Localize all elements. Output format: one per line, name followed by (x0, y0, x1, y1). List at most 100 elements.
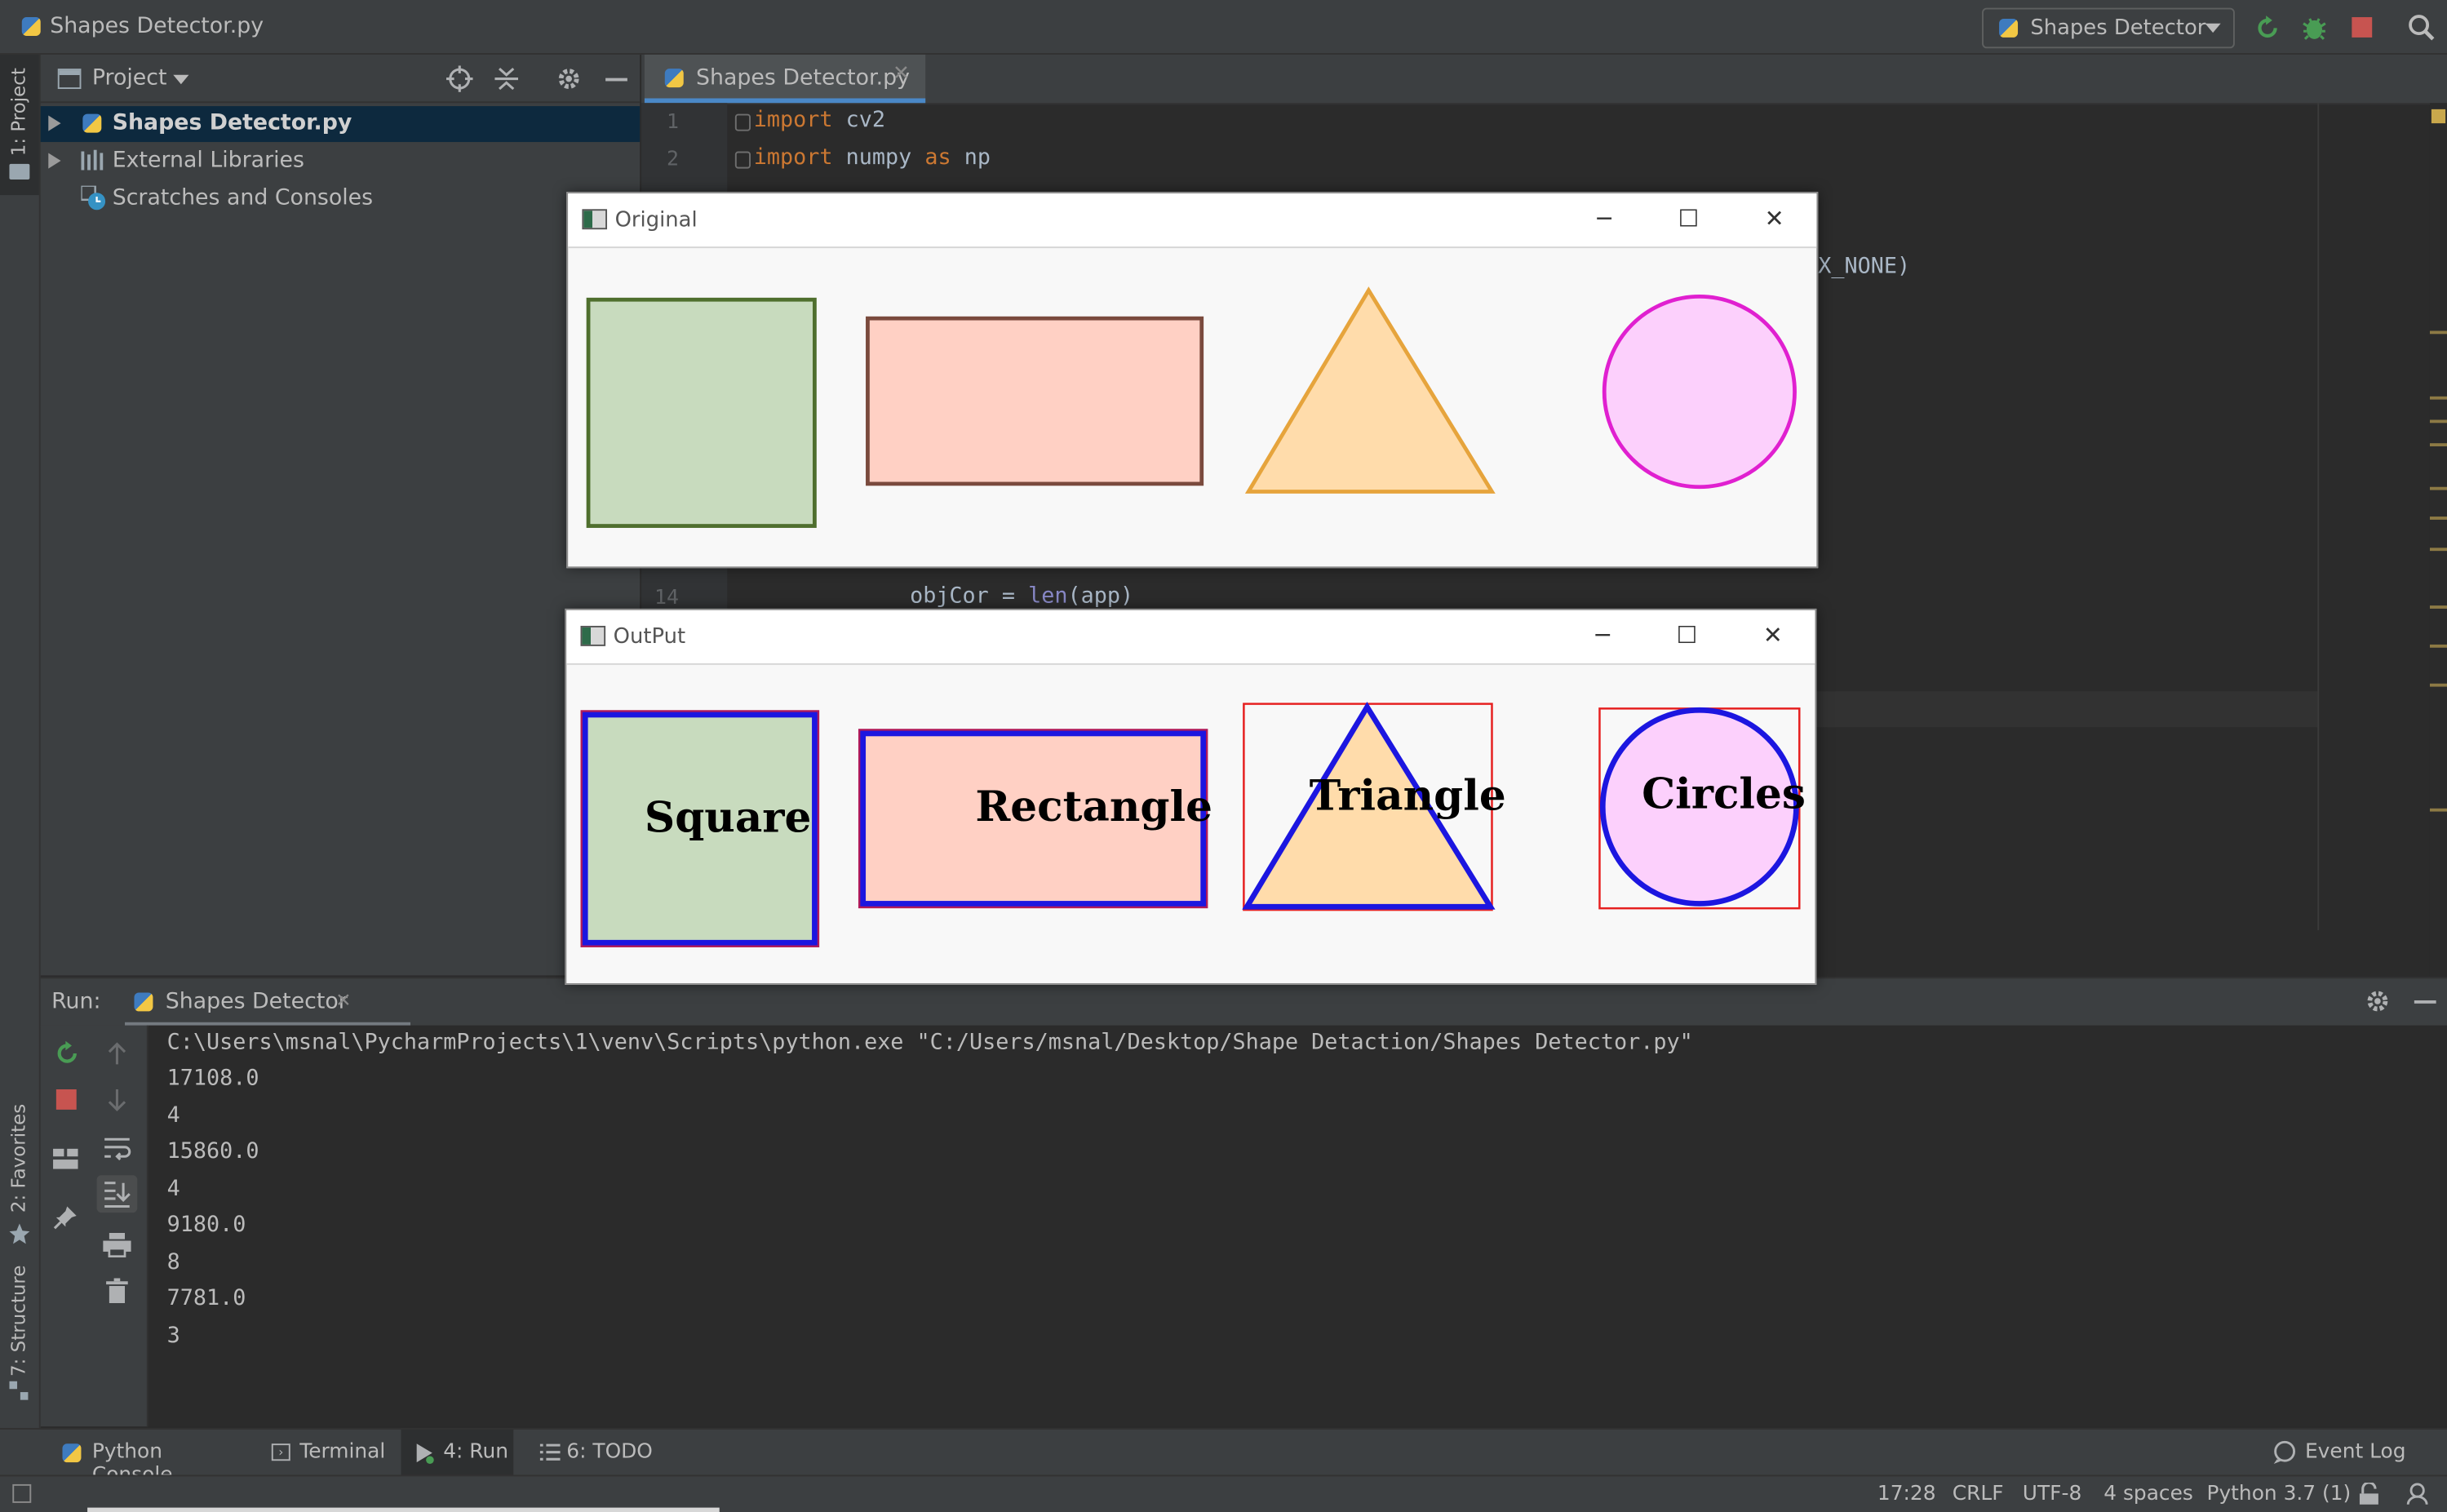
rerun-icon[interactable] (53, 1040, 81, 1067)
tree-item-label: Shapes Detector.py (112, 110, 352, 136)
arrow-up-icon[interactable] (106, 1041, 128, 1066)
line-number: 14 (654, 587, 679, 610)
python-file-icon (664, 69, 684, 88)
tree-item-scratches[interactable]: Scratches and Consoles (41, 181, 640, 217)
close-icon[interactable]: ✕ (335, 990, 351, 1012)
close-icon[interactable]: ✕ (1758, 619, 1789, 650)
debug-icon[interactable] (2300, 12, 2328, 43)
chevron-down-icon (2205, 23, 2221, 33)
inspector-icon[interactable] (2405, 1483, 2430, 1506)
structure-tool-tab[interactable]: 7: Structure (0, 1264, 39, 1420)
marker[interactable] (2429, 808, 2447, 812)
terminal-tab[interactable]: › Terminal (262, 1430, 387, 1476)
marker[interactable] (2429, 486, 2447, 490)
project-tool-tab[interactable]: 1: Project (0, 54, 39, 196)
python-icon (1999, 18, 2019, 38)
close-icon[interactable]: ✕ (1759, 203, 1790, 234)
tree-item-label: External Libraries (112, 148, 304, 174)
marker[interactable] (2429, 644, 2447, 648)
marker[interactable] (2429, 330, 2447, 335)
cv-window-titlebar[interactable]: OutPut ─ ☐ ✕ (566, 610, 1815, 665)
project-view-icon (57, 69, 82, 90)
warning-indicator[interactable] (2431, 109, 2446, 124)
caret-position[interactable]: 17:28 (1877, 1483, 1936, 1506)
original-image (586, 286, 1797, 528)
event-log-tab[interactable]: Event Log (2267, 1430, 2408, 1476)
close-icon[interactable]: ✕ (893, 63, 910, 86)
gear-icon[interactable] (556, 65, 583, 92)
locate-icon[interactable] (446, 65, 473, 92)
line-separator[interactable]: CRLF (1953, 1483, 2004, 1506)
lock-icon[interactable] (2358, 1483, 2380, 1506)
code-line-14: objCor = len(app) (910, 583, 1134, 609)
tree-item-shapes-detector[interactable]: Shapes Detector.py (40, 106, 641, 143)
todo-tab[interactable]: 6: TODO (530, 1430, 655, 1476)
run-config-dropdown[interactable]: Shapes Detector (1982, 7, 2235, 49)
scratches-icon (81, 185, 106, 211)
arrow-down-icon[interactable] (106, 1088, 128, 1113)
opencv-window-output[interactable]: OutPut ─ ☐ ✕ Square Rectangle Triangle C… (565, 608, 1817, 985)
minimize-icon[interactable]: ─ (1587, 619, 1618, 650)
favorites-tool-label: 2: Favorites (7, 1103, 30, 1213)
chevron-down-icon[interactable] (173, 74, 189, 85)
todo-label: 6: TODO (566, 1440, 653, 1465)
title-bar: Shapes Detector.py Shapes Detector (0, 0, 2447, 55)
python-interpreter[interactable]: Python 3.7 (1) (2206, 1483, 2351, 1506)
event-log-icon (2273, 1440, 2296, 1465)
python-console-tab[interactable]: Python Console (53, 1430, 241, 1488)
soft-wrap-icon[interactable] (103, 1136, 131, 1161)
tool-window-bar: Python Console › Terminal 4: Run 6: TODO… (0, 1428, 2447, 1488)
scroll-to-end-icon (104, 1182, 131, 1208)
maximize-icon[interactable]: ☐ (1673, 203, 1704, 234)
rerun-icon[interactable] (2254, 14, 2281, 42)
search-icon[interactable] (2408, 14, 2436, 42)
marker[interactable] (2429, 396, 2447, 400)
marker[interactable] (2429, 548, 2447, 552)
tool-windows-toggle-icon[interactable] (12, 1483, 32, 1503)
fold-icon[interactable] (734, 113, 751, 131)
expand-arrow-icon[interactable] (48, 153, 61, 169)
folder-icon (9, 163, 30, 180)
editor-tab-shapes-detector[interactable]: Shapes Detector.py ✕ (644, 54, 926, 104)
opencv-window-original[interactable]: Original ─ ☐ ✕ (566, 192, 1819, 569)
collapse-all-icon[interactable] (494, 65, 518, 92)
opencv-app-icon (582, 209, 608, 230)
layout-icon[interactable] (53, 1148, 78, 1171)
marker[interactable] (2429, 517, 2447, 520)
gear-icon[interactable] (2365, 988, 2392, 1015)
tree-item-external-libraries[interactable]: External Libraries (41, 144, 640, 180)
terminal-icon: › (271, 1443, 290, 1461)
circle-label: Circles (1642, 770, 1806, 819)
right-margin-guide (2317, 103, 2320, 930)
marker[interactable] (2429, 443, 2447, 447)
event-log-label: Event Log (2304, 1440, 2406, 1465)
run-tab-shapes-detector[interactable]: Shapes Detector ✕ (125, 978, 411, 1027)
marker[interactable] (2429, 605, 2447, 609)
expand-arrow-icon[interactable] (48, 115, 61, 131)
stop-icon[interactable] (55, 1089, 77, 1110)
rectangle-shape (866, 316, 1204, 486)
cv-window-titlebar[interactable]: Original ─ ☐ ✕ (568, 193, 1817, 249)
line-number: 1 (667, 110, 679, 135)
file-encoding[interactable]: UTF-8 (2023, 1483, 2082, 1506)
run-console[interactable]: C:\Users\msnal\PycharmProjects\1\venv\Sc… (148, 1025, 2447, 1427)
project-view-label[interactable]: Project (92, 65, 167, 91)
console-output-line: 4 (166, 1103, 180, 1128)
minimize-icon[interactable]: ─ (1589, 203, 1620, 234)
hide-icon[interactable] (2414, 1000, 2436, 1004)
maximize-icon[interactable]: ☐ (1671, 619, 1702, 650)
favorites-tool-tab[interactable]: 2: Favorites (0, 1100, 39, 1256)
run-tool-tab[interactable]: 4: Run (401, 1429, 514, 1477)
stop-icon[interactable] (2352, 17, 2373, 38)
pin-icon[interactable] (53, 1205, 78, 1230)
console-output-line: 7781.0 (166, 1286, 246, 1311)
indent-setting[interactable]: 4 spaces (2103, 1483, 2193, 1506)
fold-icon[interactable] (734, 151, 751, 169)
marker[interactable] (2429, 683, 2447, 687)
scroll-to-end-button[interactable] (96, 1175, 138, 1213)
print-icon[interactable] (103, 1232, 131, 1258)
marker[interactable] (2429, 419, 2447, 423)
editor-tab-label: Shapes Detector.py (696, 65, 910, 91)
hide-icon[interactable] (605, 78, 627, 82)
trash-icon[interactable] (106, 1278, 128, 1304)
